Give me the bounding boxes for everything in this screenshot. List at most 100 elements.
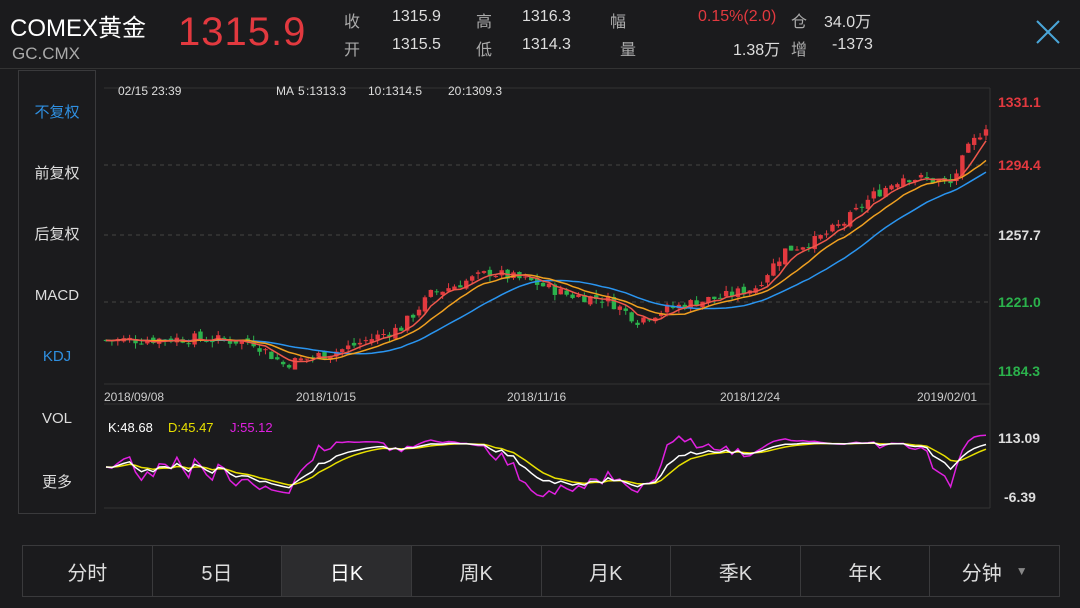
candle-body [345, 345, 351, 350]
candle-body [469, 276, 475, 281]
quote-oi-change: 增 [791, 42, 808, 59]
sidebar-item-vol[interactable]: VOL [19, 410, 95, 427]
candle-body [771, 263, 776, 276]
candle-body [794, 249, 800, 251]
date-axis-labels: 2018/09/08 2018/10/15 2018/11/16 2018/12… [104, 390, 977, 404]
candle-body [977, 137, 983, 140]
candle-body [363, 340, 369, 342]
kdj-j-line [105, 434, 987, 498]
candle-body [381, 334, 386, 336]
candle-body [777, 261, 782, 267]
kdj-j-value: J:55.12 [230, 420, 273, 435]
kdj-legend: K:48.68 D:45.47 J:55.12 [108, 420, 273, 435]
y-label-1184: 1184.3 [998, 363, 1040, 379]
kline-chart[interactable]: 02/15 23:39 MA 5 :1313.3 10 :1314.5 20 :… [100, 70, 1080, 515]
quote-open: 开 [344, 42, 361, 59]
instrument-code: GC.CMX [12, 44, 80, 63]
candle-body [865, 199, 871, 209]
y-label-1221: 1221.0 [998, 294, 1041, 310]
sidebar-item-no-adjust[interactable]: 不复权 [19, 101, 95, 122]
quote-header: COMEX黄金 GC.CMX 1315.9 收 1315.9 开 1315.5 … [0, 0, 1080, 69]
x-label-0: 2018/09/08 [104, 390, 164, 404]
quote-open-interest: 仓 [791, 14, 808, 31]
candle-body [416, 309, 422, 316]
candle-body [481, 271, 487, 273]
last-price: 1315.9 [178, 10, 307, 54]
candle-body [889, 185, 894, 190]
candle-body [428, 289, 434, 297]
close-icon[interactable] [1034, 18, 1062, 46]
indicator-sidebar: 不复权 前复权 后复权 MACD KDJ VOL 更多 [18, 70, 96, 514]
candle-body [599, 301, 605, 303]
candle-body [877, 189, 882, 197]
candle-body [712, 296, 717, 299]
candle-body [800, 247, 806, 250]
sidebar-item-macd[interactable]: MACD [19, 287, 95, 304]
candle-body [257, 348, 262, 352]
x-label-1: 2018/10/15 [296, 390, 356, 404]
candle-body [635, 322, 640, 325]
candle-body [853, 207, 859, 210]
quote-volume: 量 [620, 42, 637, 59]
tab-5day[interactable]: 5日 [153, 546, 283, 596]
sidebar-item-more[interactable]: 更多 [19, 471, 95, 492]
candle-body [304, 358, 310, 360]
candle-body [139, 343, 144, 345]
candle-body [623, 308, 628, 311]
candle-body [275, 357, 280, 360]
quote-low: 低 [476, 42, 493, 59]
candle-body [340, 349, 345, 353]
ma5-value: :1313.3 [306, 84, 346, 98]
tab-minute[interactable]: 分钟 ▼ [930, 546, 1059, 596]
candle-body [292, 358, 298, 370]
candle-body [824, 233, 829, 235]
ma10-line [105, 159, 987, 361]
ma20-line [105, 171, 987, 355]
sidebar-item-backward-adjust[interactable]: 后复权 [19, 223, 95, 244]
candle-body [286, 365, 292, 368]
candle-body [966, 143, 971, 153]
ma10-period: 10 [368, 84, 382, 98]
candle-body [871, 191, 876, 199]
quote-close: 收 [344, 14, 361, 31]
candle-body [836, 224, 841, 226]
sidebar-item-kdj[interactable]: KDJ [19, 348, 95, 365]
ma10-value: :1314.5 [382, 84, 422, 98]
candle-body [316, 352, 321, 357]
x-label-2: 2018/11/16 [507, 390, 566, 404]
candle-body [818, 235, 823, 239]
kdj-d-value: D:45.47 [168, 420, 214, 435]
candle-body [351, 342, 357, 346]
candle-body [629, 312, 634, 322]
tab-daily-k[interactable]: 日K [282, 546, 412, 596]
candle-body [558, 288, 563, 295]
tab-weekly-k[interactable]: 周K [412, 546, 542, 596]
x-label-4: 2019/02/01 [917, 390, 977, 404]
ma20-value: :1309.3 [462, 84, 502, 98]
quote-change: 幅 [610, 14, 627, 31]
candle-body [540, 282, 546, 287]
candle-body [186, 343, 191, 345]
tab-monthly-k[interactable]: 月K [542, 546, 672, 596]
candle-body [357, 342, 363, 345]
quote-open-interest-value: 34.0万 [824, 14, 872, 31]
tab-quarterly-k[interactable]: 季K [671, 546, 801, 596]
candle-body [859, 206, 865, 208]
quote-low-value: 1314.3 [522, 36, 571, 53]
kdj-d-line [105, 442, 987, 486]
candle-body [924, 176, 930, 179]
candle-body [422, 297, 428, 312]
ma5-period: 5 [298, 84, 305, 98]
tab-intraday[interactable]: 分时 [23, 546, 153, 596]
quote-volume-value: 1.38万 [733, 42, 781, 59]
ma20-period: 20 [448, 84, 462, 98]
candle-body [263, 349, 268, 351]
candle-body [788, 245, 794, 251]
x-label-3: 2018/12/24 [720, 390, 780, 404]
sidebar-item-forward-adjust[interactable]: 前复权 [19, 162, 95, 183]
tab-yearly-k[interactable]: 年K [801, 546, 931, 596]
candle-body [493, 276, 498, 278]
candle-body [759, 285, 764, 287]
candle-body [842, 223, 847, 226]
candle-body [641, 317, 646, 323]
